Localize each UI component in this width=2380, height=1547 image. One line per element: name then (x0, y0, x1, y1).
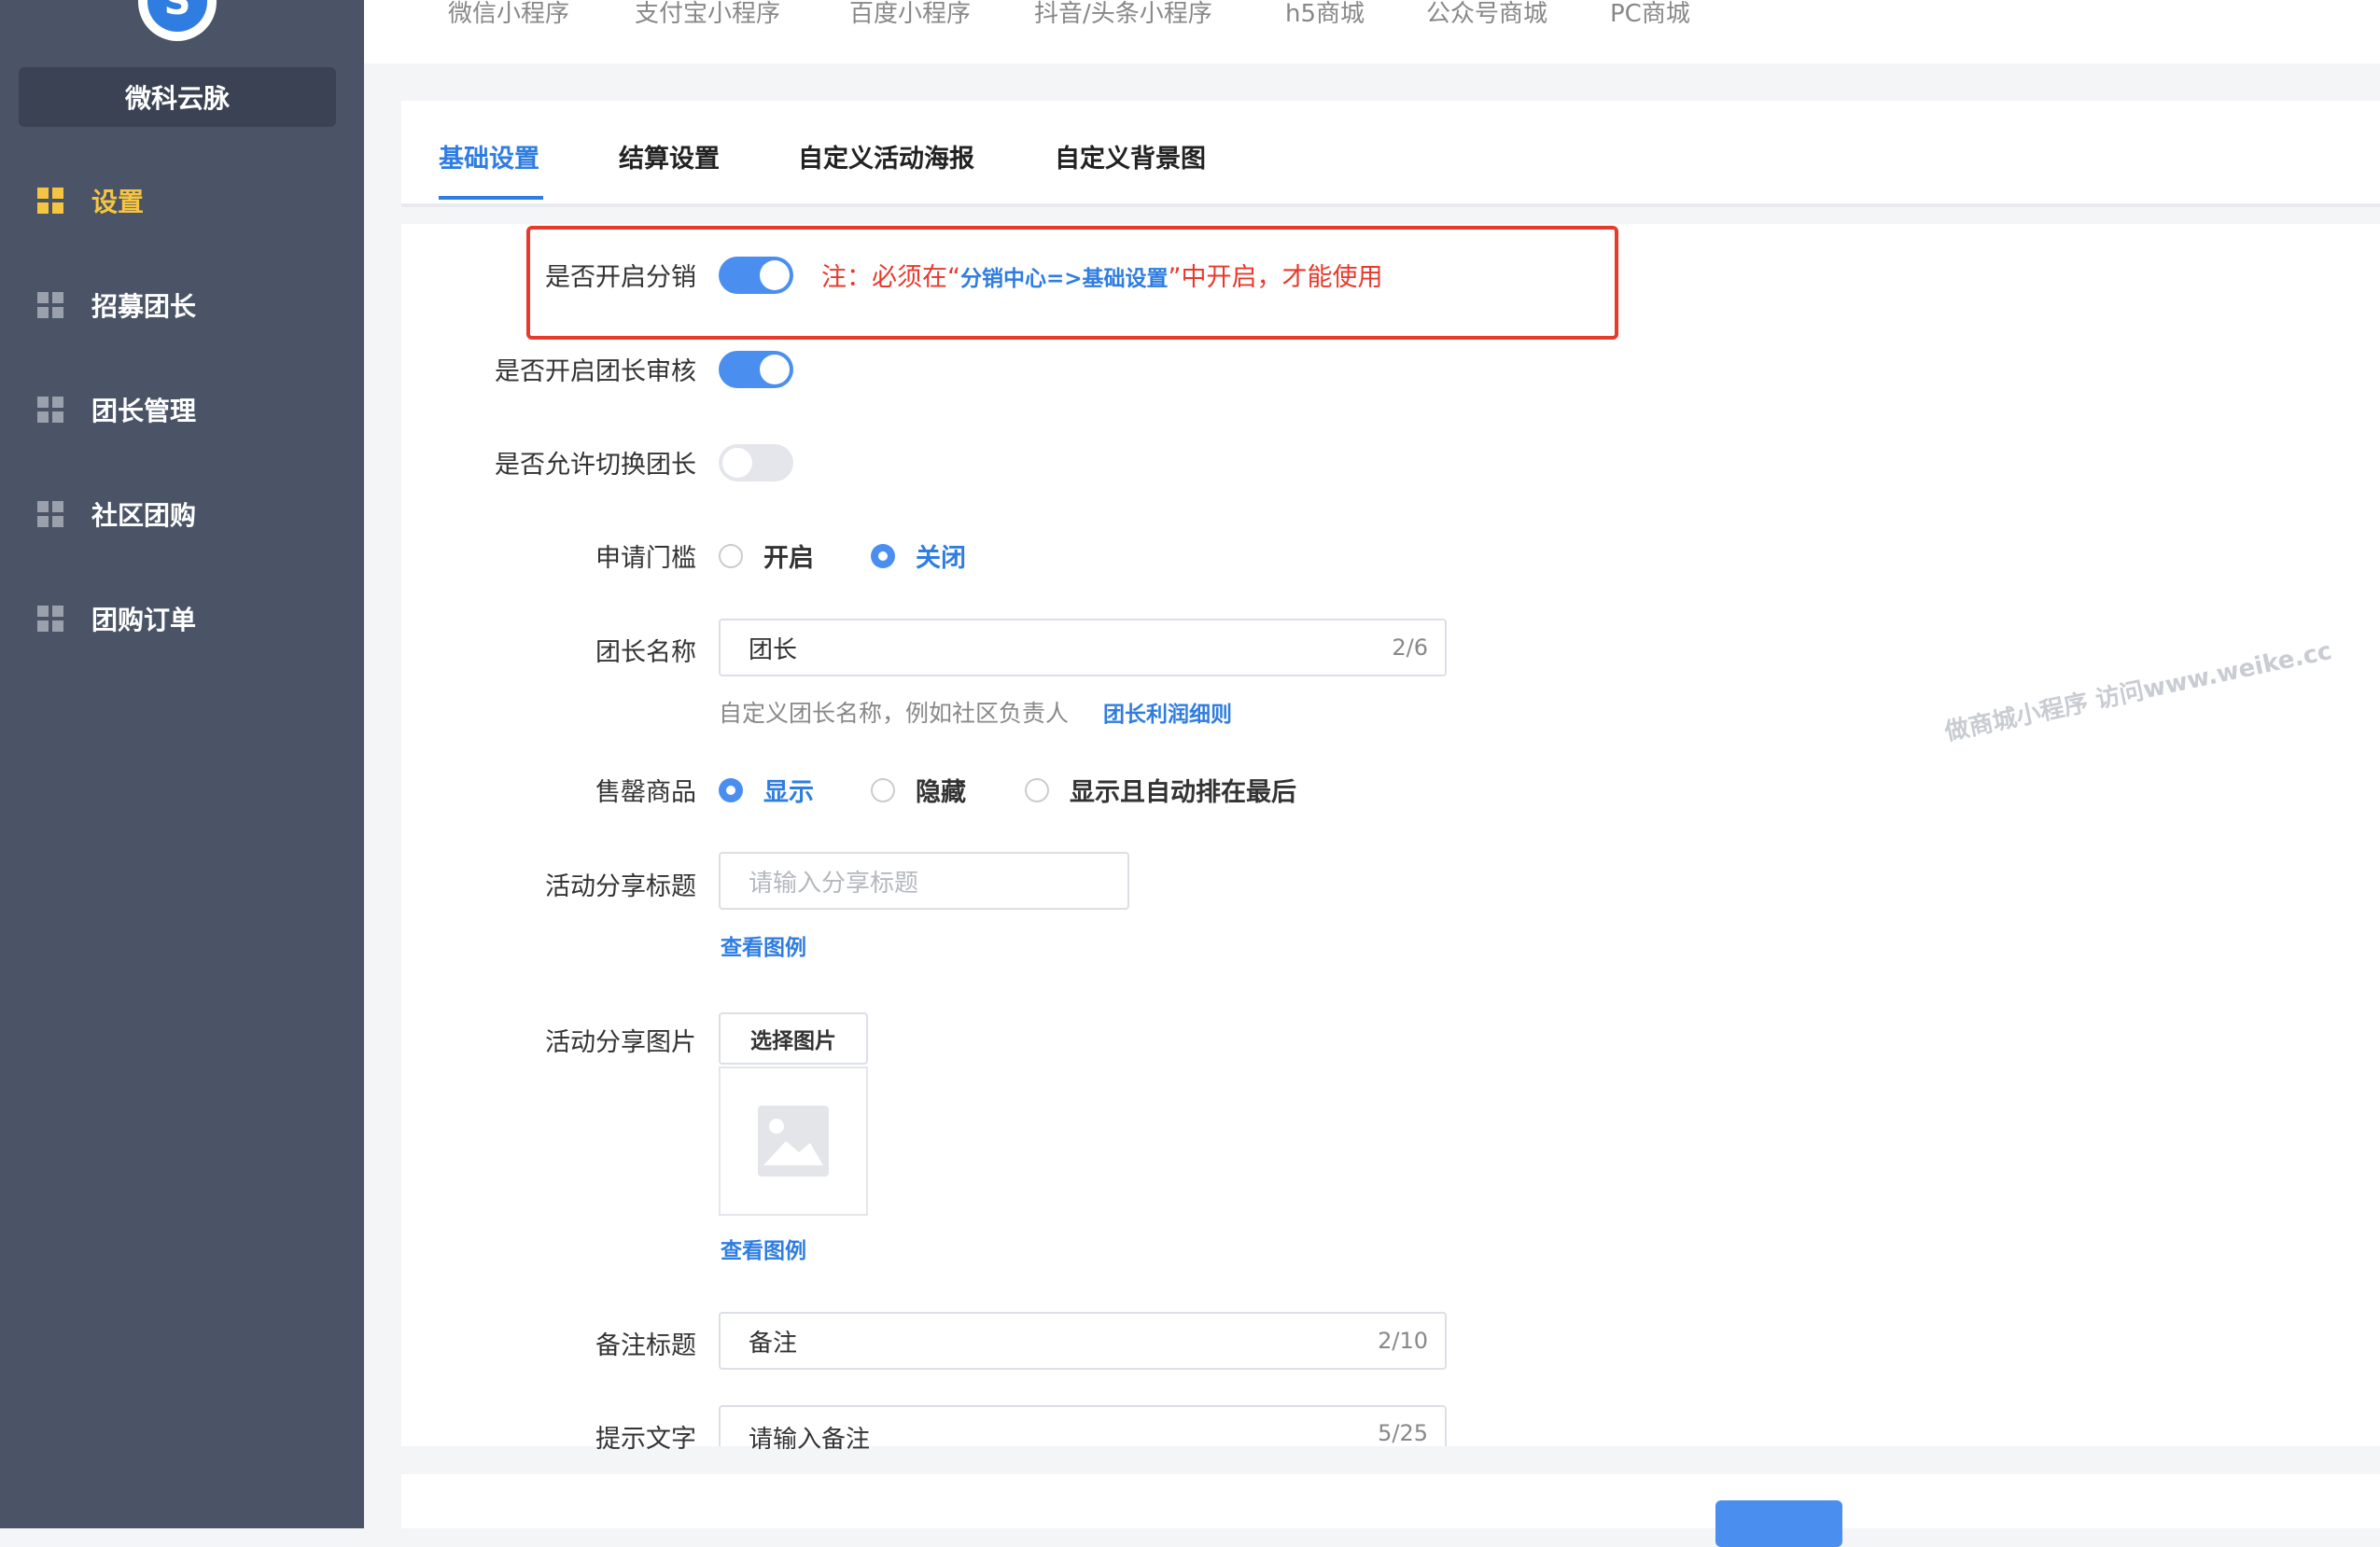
image-placeholder[interactable] (719, 1066, 868, 1216)
leader-name-input[interactable]: 团长 2/6 (719, 619, 1447, 676)
sidebar-item-settings[interactable]: 设置 (0, 163, 364, 238)
save-button[interactable] (1715, 1500, 1842, 1547)
enable-distribution-label: 是否开启分销 (545, 263, 696, 292)
settings-form (401, 224, 2380, 1446)
sidebar-item-label: 招募团长 (91, 291, 197, 322)
tip-text-count: 5/25 (1378, 1420, 1428, 1446)
tab-pc-mall[interactable]: PC商城 (1610, 0, 1690, 29)
share-image-example-link[interactable]: 查看图例 (721, 1233, 806, 1264)
share-image-label: 活动分享图片 (545, 1028, 696, 1057)
sold-out-label: 售罄商品 (595, 778, 696, 807)
share-title-placeholder: 请输入分享标题 (749, 869, 919, 898)
platform-tabs: 微信小程序 支付宝小程序 百度小程序 抖音/头条小程序 h5商城 公众号商城 P… (364, 0, 2380, 63)
footer-bar (401, 1474, 2380, 1528)
leader-review-switch[interactable] (719, 351, 793, 388)
allow-switch-leader-label: 是否允许切换团长 (495, 451, 696, 480)
active-tab-indicator (439, 196, 543, 200)
tab-basic-settings[interactable]: 基础设置 (439, 138, 539, 174)
threshold-label: 申请门槛 (595, 544, 696, 573)
sidebar: S 微科云脉 设置 招募团长 团长管理 社区团购 团购订单 (0, 0, 364, 1528)
sidebar-item-label: 设置 (91, 187, 145, 217)
sidebar-item-label: 团购订单 (91, 605, 197, 635)
sidebar-item-group-orders[interactable]: 团购订单 (0, 581, 364, 656)
tip-text-label: 提示文字 (595, 1425, 696, 1454)
tab-custom-background[interactable]: 自定义背景图 (1055, 138, 1206, 174)
share-title-label: 活动分享标题 (545, 872, 696, 901)
leader-name-value: 团长 (749, 635, 798, 664)
remark-title-count: 2/10 (1378, 1328, 1428, 1354)
image-icon (758, 1106, 829, 1177)
grid-icon (37, 397, 63, 423)
sold-out-radio-hide[interactable]: 隐藏 (871, 772, 966, 808)
tab-official-account-mall[interactable]: 公众号商城 (1426, 0, 1547, 29)
tip-text-input[interactable]: 请输入备注 5/25 (719, 1405, 1447, 1454)
tab-wechat-miniprogram[interactable]: 微信小程序 (448, 0, 569, 29)
grid-icon (37, 606, 63, 632)
remark-title-label: 备注标题 (595, 1331, 696, 1360)
brand-name: 微科云脉 (19, 67, 336, 127)
enable-distribution-switch[interactable] (719, 257, 793, 294)
sold-out-radio-show[interactable]: 显示 (719, 772, 814, 808)
tab-h5-mall[interactable]: h5商城 (1285, 0, 1365, 29)
sidebar-item-community-group-buy[interactable]: 社区团购 (0, 477, 364, 551)
sidebar-item-label: 团长管理 (91, 396, 197, 426)
tab-alipay-miniprogram[interactable]: 支付宝小程序 (635, 0, 780, 29)
tab-baidu-miniprogram[interactable]: 百度小程序 (849, 0, 971, 29)
tip-text-value: 请输入备注 (749, 1426, 871, 1454)
sold-out-radio-show-last[interactable]: 显示且自动排在最后 (1025, 772, 1296, 808)
sidebar-item-recruit-leader[interactable]: 招募团长 (0, 268, 364, 342)
grid-icon (37, 292, 63, 318)
share-title-example-link[interactable]: 查看图例 (721, 929, 806, 961)
remark-title-value: 备注 (749, 1329, 798, 1358)
tab-douyin-miniprogram[interactable]: 抖音/头条小程序 (1034, 0, 1212, 29)
share-title-input[interactable]: 请输入分享标题 (719, 852, 1129, 910)
logo-icon: S (147, 0, 207, 32)
tab-custom-poster[interactable]: 自定义活动海报 (798, 138, 974, 174)
grid-icon (37, 188, 63, 214)
leader-name-count: 2/6 (1392, 634, 1428, 661)
sidebar-item-label: 社区团购 (91, 500, 197, 531)
sidebar-item-leader-management[interactable]: 团长管理 (0, 372, 364, 447)
remark-title-input[interactable]: 备注 2/10 (719, 1312, 1447, 1370)
leader-profit-rules-link[interactable]: 团长利润细则 (1103, 696, 1232, 728)
grid-icon (37, 501, 63, 527)
threshold-radio-on[interactable]: 开启 (719, 537, 814, 574)
distribution-center-link[interactable]: 分销中心=>基础设置 (960, 267, 1169, 291)
tab-settlement-settings[interactable]: 结算设置 (619, 138, 720, 174)
leader-review-label: 是否开启团长审核 (495, 357, 696, 386)
choose-image-button[interactable]: 选择图片 (719, 1012, 868, 1065)
allow-switch-leader-switch[interactable] (719, 444, 793, 481)
note-prefix: 注：必须在“ (821, 263, 960, 292)
leader-name-label: 团长名称 (595, 638, 696, 667)
distribution-note: 注：必须在“分销中心=>基础设置”中开启，才能使用 (821, 257, 1383, 293)
leader-name-hint: 自定义团长名称，例如社区负责人 (719, 700, 1070, 727)
threshold-radio-off[interactable]: 关闭 (871, 537, 966, 574)
settings-tabs: 基础设置 结算设置 自定义活动海报 自定义背景图 (401, 101, 2380, 207)
logo: S (138, 0, 217, 41)
note-suffix: ”中开启，才能使用 (1168, 263, 1383, 292)
